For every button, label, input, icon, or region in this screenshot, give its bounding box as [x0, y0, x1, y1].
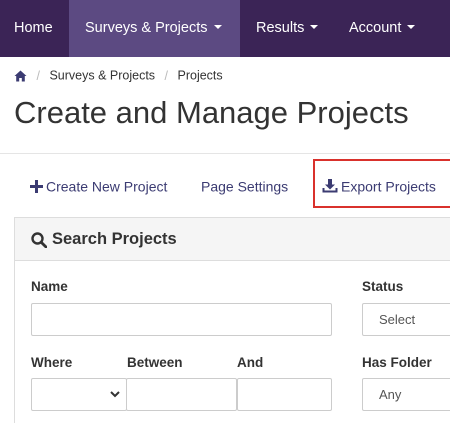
export-projects-label: Export Projects — [341, 178, 436, 195]
caret-down-icon — [407, 25, 416, 30]
name-input[interactable] — [31, 303, 332, 336]
create-new-project-label: Create New Project — [46, 178, 168, 195]
nav-results[interactable]: Results — [240, 0, 332, 57]
breadcrumb-projects: Projects — [177, 68, 223, 83]
home-icon[interactable] — [14, 70, 27, 82]
status-label: Status — [362, 279, 404, 294]
divider — [0, 153, 450, 154]
nav-home-label: Home — [14, 20, 53, 36]
page-settings-button[interactable]: Page Settings — [201, 177, 288, 194]
has-folder-select-value: Any — [379, 387, 402, 402]
plus-icon — [30, 179, 43, 193]
status-select[interactable]: Select — [362, 303, 450, 336]
breadcrumb: / Surveys & Projects / Projects — [14, 68, 223, 83]
nav-home[interactable]: Home — [0, 0, 69, 57]
export-projects-button[interactable]: Export Projects — [322, 177, 436, 194]
search-panel-title-text: Search Projects — [52, 230, 177, 249]
search-icon — [31, 231, 48, 249]
status-select-value: Select — [379, 312, 416, 327]
create-new-project-button[interactable]: Create New Project — [30, 177, 167, 194]
chevron-down-icon — [110, 391, 120, 398]
top-navbar: Home Surveys & Projects Results Account — [0, 0, 450, 57]
has-folder-select[interactable]: Any — [362, 378, 450, 411]
download-icon — [322, 179, 338, 193]
and-input[interactable] — [237, 378, 332, 411]
between-input[interactable] — [126, 378, 237, 411]
nav-account[interactable]: Account — [332, 0, 432, 57]
breadcrumb-separator: / — [164, 68, 169, 83]
between-label: Between — [127, 355, 183, 370]
page-settings-label: Page Settings — [201, 178, 289, 195]
search-panel: Search Projects Name Status Select Where… — [14, 217, 450, 423]
nav-surveys-projects-label: Surveys & Projects — [85, 20, 208, 36]
nav-surveys-projects[interactable]: Surveys & Projects — [69, 0, 240, 57]
caret-down-icon — [310, 25, 319, 30]
page-title: Create and Manage Projects — [14, 95, 409, 130]
has-folder-label: Has Folder — [362, 355, 432, 370]
caret-down-icon — [213, 25, 222, 30]
breadcrumb-separator: / — [36, 68, 40, 83]
nav-account-label: Account — [349, 20, 402, 36]
search-panel-heading: Search Projects — [15, 218, 450, 261]
breadcrumb-surveys-projects[interactable]: Surveys & Projects — [49, 69, 155, 83]
name-label: Name — [31, 279, 68, 294]
search-panel-title: Search Projects — [31, 230, 177, 249]
nav-results-label: Results — [256, 20, 305, 36]
where-label: Where — [31, 355, 73, 370]
where-select[interactable] — [31, 378, 127, 411]
and-label: And — [237, 355, 264, 370]
